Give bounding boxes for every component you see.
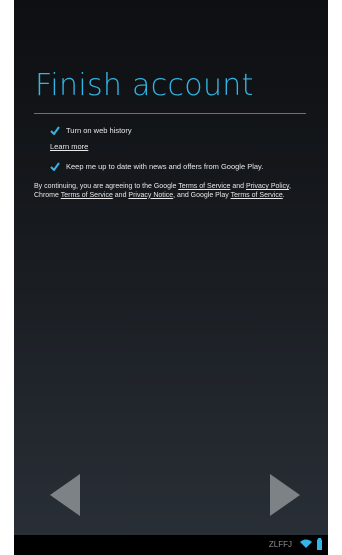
- wifi-icon: [300, 539, 312, 548]
- web-history-option[interactable]: Turn on web history: [50, 126, 132, 135]
- checkmark-icon: [50, 126, 60, 135]
- terms-play-prefix: , and Google Play: [173, 191, 231, 199]
- device-screen: Finish account Turn on web history Learn…: [14, 0, 328, 555]
- google-tos-link[interactable]: Terms of Service: [178, 183, 230, 190]
- updates-checkbox[interactable]: [50, 162, 60, 171]
- status-bar: ZLFFJ: [14, 535, 328, 555]
- terms-intro: By continuing, you are agreeing to the G…: [34, 183, 179, 190]
- web-history-label: Turn on web history: [66, 126, 132, 135]
- chrome-privacy-link[interactable]: Privacy Notice: [128, 192, 173, 199]
- terms-and-2: and: [112, 191, 129, 199]
- page-title: Finish account: [35, 68, 254, 103]
- web-history-checkbox[interactable]: [50, 126, 60, 135]
- status-text: ZLFFJ: [268, 540, 292, 549]
- chrome-tos-link[interactable]: Terms of Service: [61, 192, 113, 199]
- title-divider: [34, 113, 306, 114]
- back-arrow-icon: [50, 474, 80, 516]
- updates-label: Keep me up to date with news and offers …: [66, 162, 264, 171]
- updates-option[interactable]: Keep me up to date with news and offers …: [50, 162, 263, 171]
- learn-more-link[interactable]: Learn more: [50, 142, 88, 151]
- battery-icon: [317, 538, 322, 550]
- google-privacy-link[interactable]: Privacy Policy: [246, 183, 289, 190]
- back-button[interactable]: [48, 472, 82, 518]
- terms-end: .: [282, 191, 285, 199]
- terms-and-1: and: [230, 183, 246, 190]
- next-button[interactable]: [268, 472, 302, 518]
- next-arrow-icon: [270, 474, 300, 516]
- checkmark-icon: [50, 162, 60, 171]
- play-tos-link[interactable]: Terms of Service: [231, 192, 283, 199]
- terms-text: By continuing, you are agreeing to the G…: [34, 183, 309, 200]
